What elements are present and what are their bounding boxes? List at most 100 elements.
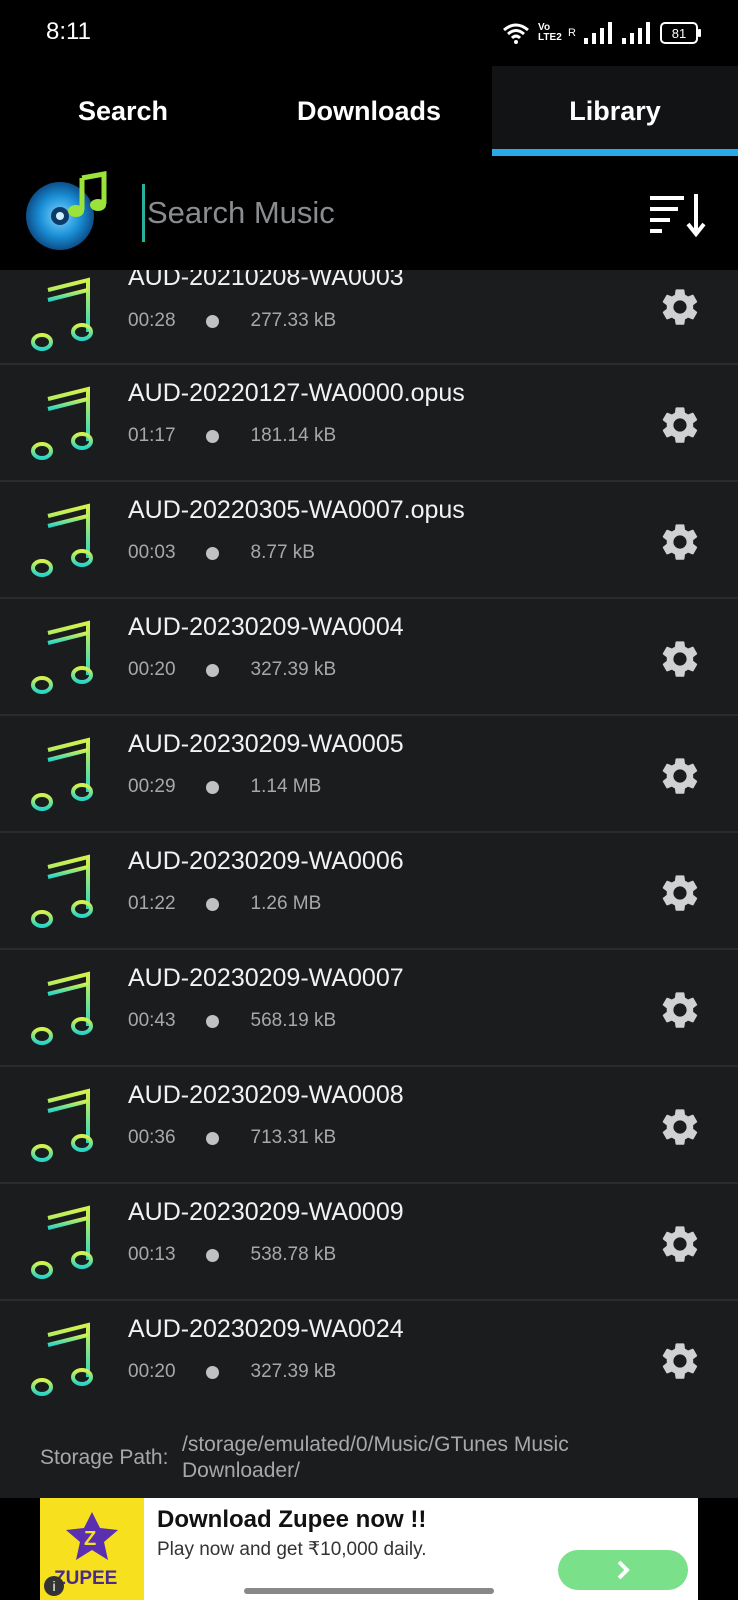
- gear-icon[interactable]: [658, 988, 702, 1032]
- music-note-icon: [31, 854, 93, 928]
- separator-dot: [205, 1014, 219, 1028]
- track-row[interactable]: AUD-20220305-WA0007.opus 00:03 8.77 kB: [0, 482, 738, 599]
- storage-path: /storage/emulated/0/Music/GTunes Music D…: [182, 1433, 569, 1482]
- tab-search[interactable]: Search: [0, 66, 246, 156]
- track-row[interactable]: AUD-20230209-WA0024 00:20 327.39 kB: [0, 1301, 738, 1416]
- track-row[interactable]: AUD-20230209-WA0004 00:20 327.39 kB: [0, 599, 738, 716]
- ad-subtitle: Play now and get ₹10,000 daily.: [157, 1539, 427, 1560]
- track-size: 327.39 kB: [250, 1361, 337, 1382]
- track-size: 713.31 kB: [250, 1127, 337, 1148]
- svg-text:Z: Z: [84, 1528, 96, 1550]
- track-meta: 01:17 181.14 kB: [128, 425, 336, 447]
- track-title: AUD-20230209-WA0024: [128, 1315, 404, 1343]
- music-note-icon: [31, 737, 93, 811]
- music-note-icon: [31, 277, 93, 351]
- track-title: AUD-20220305-WA0007.opus: [128, 496, 465, 524]
- storage-path-bar: Storage Path: /storage/emulated/0/Music/…: [0, 1416, 738, 1498]
- track-duration: 00:20: [128, 1361, 176, 1382]
- track-title: AUD-20210208-WA0003: [128, 270, 404, 291]
- track-meta: 00:36 713.31 kB: [128, 1127, 336, 1149]
- separator-dot: [205, 1248, 219, 1262]
- track-row[interactable]: AUD-20230209-WA0007 00:43 568.19 kB: [0, 950, 738, 1067]
- battery-icon: 81: [660, 22, 701, 44]
- track-duration: 00:43: [128, 1010, 176, 1031]
- track-duration: 00:29: [128, 776, 176, 797]
- music-note-icon: [31, 1088, 93, 1162]
- home-indicator[interactable]: [244, 1588, 494, 1594]
- track-size: 538.78 kB: [250, 1244, 337, 1265]
- tab-bar: Search Downloads Library: [0, 66, 738, 156]
- ad-banner[interactable]: Z ZUPEE i Download Zupee now !! Play now…: [40, 1498, 698, 1600]
- track-duration: 00:13: [128, 1244, 176, 1265]
- track-list: AUD-20210208-WA0003 00:28 277.33 kB AUD-…: [0, 270, 738, 1416]
- track-row[interactable]: AUD-20230209-WA0005 00:29 1.14 MB: [0, 716, 738, 833]
- track-size: 327.39 kB: [250, 659, 337, 680]
- gear-icon[interactable]: [658, 637, 702, 681]
- gear-icon[interactable]: [658, 871, 702, 915]
- tab-library-label: Library: [569, 95, 661, 126]
- signal-icon: [584, 22, 612, 44]
- tab-downloads-label: Downloads: [296, 95, 441, 126]
- signal-icon-2: [622, 22, 650, 44]
- track-size: 1.26 MB: [250, 893, 322, 914]
- separator-dot: [205, 1365, 219, 1379]
- music-note-icon: [31, 1322, 93, 1396]
- track-meta: 00:28 277.33 kB: [128, 310, 336, 332]
- track-title: AUD-20230209-WA0007: [128, 964, 404, 992]
- track-meta: 00:13 538.78 kB: [128, 1244, 336, 1266]
- app-logo-icon: [26, 171, 107, 250]
- music-note-icon: [31, 386, 93, 460]
- track-row[interactable]: AUD-20230209-WA0009 00:13 538.78 kB: [0, 1184, 738, 1301]
- battery-level: 81: [671, 25, 687, 41]
- track-row[interactable]: AUD-20220127-WA0000.opus 01:17 181.14 kB: [0, 365, 738, 482]
- info-icon[interactable]: i: [44, 1576, 64, 1596]
- chevron-right-icon: [617, 1560, 630, 1580]
- ad-cta-button[interactable]: [558, 1550, 688, 1590]
- music-note-icon: [31, 971, 93, 1045]
- zupee-logo-icon: Z: [66, 1512, 118, 1560]
- track-meta: 00:03 8.77 kB: [128, 542, 315, 564]
- roaming-label: R: [568, 27, 576, 39]
- separator-dot: [205, 663, 219, 677]
- track-duration: 01:17: [128, 425, 176, 446]
- tab-downloads[interactable]: Downloads: [246, 66, 492, 156]
- separator-dot: [205, 780, 219, 794]
- gear-icon[interactable]: [658, 520, 702, 564]
- track-duration: 01:22: [128, 893, 176, 914]
- track-size: 181.14 kB: [250, 425, 337, 446]
- separator-dot: [205, 897, 219, 911]
- track-row[interactable]: AUD-20230209-WA0008 00:36 713.31 kB: [0, 1067, 738, 1184]
- track-duration: 00:36: [128, 1127, 176, 1148]
- track-title: AUD-20230209-WA0005: [128, 730, 404, 758]
- gear-icon[interactable]: [658, 403, 702, 447]
- volte-icon: Vo LTE2: [538, 22, 562, 43]
- search-input[interactable]: [142, 184, 607, 242]
- music-note-icon: [31, 1205, 93, 1279]
- status-time: 8:11: [46, 18, 91, 45]
- gear-icon[interactable]: [658, 1222, 702, 1266]
- gear-icon[interactable]: [658, 1339, 702, 1383]
- track-duration: 00:03: [128, 542, 176, 563]
- gear-icon[interactable]: [658, 1105, 702, 1149]
- gear-icon[interactable]: [658, 285, 702, 329]
- track-meta: 00:43 568.19 kB: [128, 1010, 336, 1032]
- toolbar: [0, 156, 738, 270]
- separator-dot: [205, 546, 219, 560]
- track-size: 1.14 MB: [250, 776, 322, 797]
- status-icons: Vo LTE2 R 81: [502, 18, 701, 48]
- ad-title: Download Zupee now !!: [157, 1506, 427, 1533]
- separator-dot: [205, 314, 219, 328]
- sort-icon[interactable]: [650, 192, 706, 238]
- gear-icon[interactable]: [658, 754, 702, 798]
- track-title: AUD-20230209-WA0008: [128, 1081, 404, 1109]
- track-meta: 01:22 1.26 MB: [128, 893, 321, 915]
- track-row[interactable]: AUD-20210208-WA0003 00:28 277.33 kB: [0, 270, 738, 365]
- music-note-icon: [31, 620, 93, 694]
- track-meta: 00:29 1.14 MB: [128, 776, 321, 798]
- tab-library[interactable]: Library: [492, 66, 738, 156]
- track-duration: 00:28: [128, 310, 176, 331]
- track-meta: 00:20 327.39 kB: [128, 659, 336, 681]
- track-row[interactable]: AUD-20230209-WA0006 01:22 1.26 MB: [0, 833, 738, 950]
- track-duration: 00:20: [128, 659, 176, 680]
- music-note-icon: [31, 503, 93, 577]
